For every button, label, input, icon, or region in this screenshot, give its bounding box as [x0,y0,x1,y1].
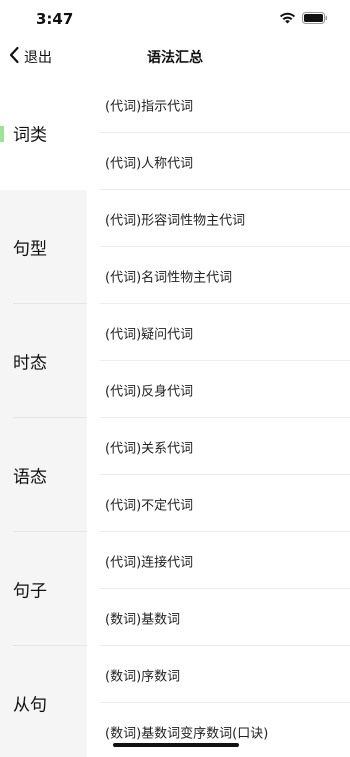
category-item-congju[interactable]: 从句 [0,646,87,757]
wifi-icon [279,12,296,24]
category-item-juxing[interactable]: 句型 [0,190,87,304]
list-item[interactable]: (代词)指示代词 [100,76,350,133]
active-indicator [0,126,4,142]
list-item[interactable]: (代词)人称代词 [100,133,350,190]
list-item[interactable]: (代词)连接代词 [100,532,350,589]
list-item-label: (代词)连接代词 [105,555,194,570]
list-item-label: (代词)指示代词 [105,99,194,114]
nav-bar: 退出 语法汇总 [0,38,350,76]
list-item[interactable]: (代词)关系代词 [100,418,350,475]
category-item-yutai[interactable]: 语态 [0,418,87,532]
category-label: 语态 [13,467,47,488]
list-item[interactable]: (代词)疑问代词 [100,304,350,361]
list-item-label: (代词)反身代词 [105,384,194,399]
category-label: 句子 [13,581,47,602]
list-item-label: (代词)形容词性物主代词 [105,213,246,228]
grammar-topic-list: (代词)指示代词 (代词)人称代词 (代词)形容词性物主代词 (代词)名词性物主… [100,76,350,757]
list-item-label: (代词)名词性物主代词 [105,270,233,285]
category-item-shitai[interactable]: 时态 [0,304,87,418]
home-indicator [113,743,239,747]
list-item-label: (数词)序数词 [105,669,181,684]
list-item-label: (数词)基数词变序数词(口诀) [105,726,269,741]
list-item[interactable]: (数词)序数词 [100,646,350,703]
category-item-juzi[interactable]: 句子 [0,532,87,646]
category-sidebar: 词类 句型 时态 语态 句子 从句 [0,76,100,757]
list-item[interactable]: (数词)基数词变序数词(口诀) [100,703,350,757]
status-bar: 3:47 [0,0,350,38]
list-item[interactable]: (代词)不定代词 [100,475,350,532]
list-item[interactable]: (代词)反身代词 [100,361,350,418]
list-item[interactable]: (代词)名词性物主代词 [100,247,350,304]
list-item[interactable]: (数词)基数词 [100,589,350,646]
list-item-label: (代词)关系代词 [105,441,194,456]
category-label: 词类 [13,125,47,146]
battery-icon [302,12,328,24]
list-item[interactable]: (代词)形容词性物主代词 [100,190,350,247]
page-title: 语法汇总 [147,50,203,66]
status-icons [279,12,328,24]
list-item-label: (代词)疑问代词 [105,327,194,342]
status-time: 3:47 [36,10,74,28]
list-item-label: (代词)不定代词 [105,498,194,513]
category-label: 句型 [13,239,47,260]
category-label: 时态 [13,353,47,374]
category-label: 从句 [13,695,47,716]
list-item-label: (数词)基数词 [105,612,181,627]
list-item-label: (代词)人称代词 [105,156,194,171]
category-item-cilei[interactable]: 词类 [0,76,100,190]
